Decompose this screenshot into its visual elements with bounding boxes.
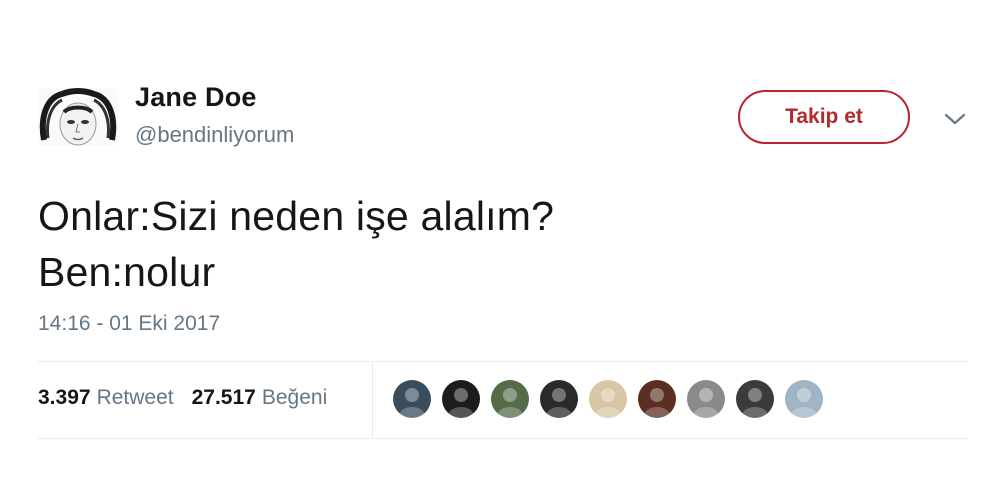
liker-avatar[interactable] [687,380,725,418]
stats-separator [372,362,373,438]
tweet-timestamp[interactable]: 14:16 - 01 Eki 2017 [38,312,220,336]
liker-avatar[interactable] [589,380,627,418]
divider-bottom [38,438,968,439]
divider-top [38,361,968,362]
like-count: 27.517 [191,386,256,409]
like-stat[interactable]: 27.517 Beğeni [192,386,328,410]
tweet-stats: 3.397 Retweet 27.517 Beğeni [38,386,327,410]
liker-avatar[interactable] [491,380,529,418]
liker-avatar[interactable] [540,380,578,418]
chevron-down-icon [944,113,966,125]
author-display-name[interactable]: Jane Doe [135,82,257,113]
liker-avatars [393,380,823,418]
follow-button[interactable]: Takip et [738,90,910,144]
avatar-sketch-icon [38,88,118,146]
liker-avatar[interactable] [393,380,431,418]
liker-avatar[interactable] [442,380,480,418]
tweet-text: Onlar:Sizi neden işe alalım? Ben:nolur [38,193,555,295]
retweet-stat[interactable]: 3.397 Retweet [38,386,174,410]
tweet-menu-button[interactable] [940,107,970,131]
liker-avatar[interactable] [785,380,823,418]
retweet-count: 3.397 [38,386,91,409]
like-label: Beğeni [261,386,328,409]
author-handle[interactable]: @bendinliyorum [135,122,294,148]
liker-avatar[interactable] [736,380,774,418]
author-avatar[interactable] [38,88,118,146]
retweet-label: Retweet [96,386,174,409]
liker-avatar[interactable] [638,380,676,418]
